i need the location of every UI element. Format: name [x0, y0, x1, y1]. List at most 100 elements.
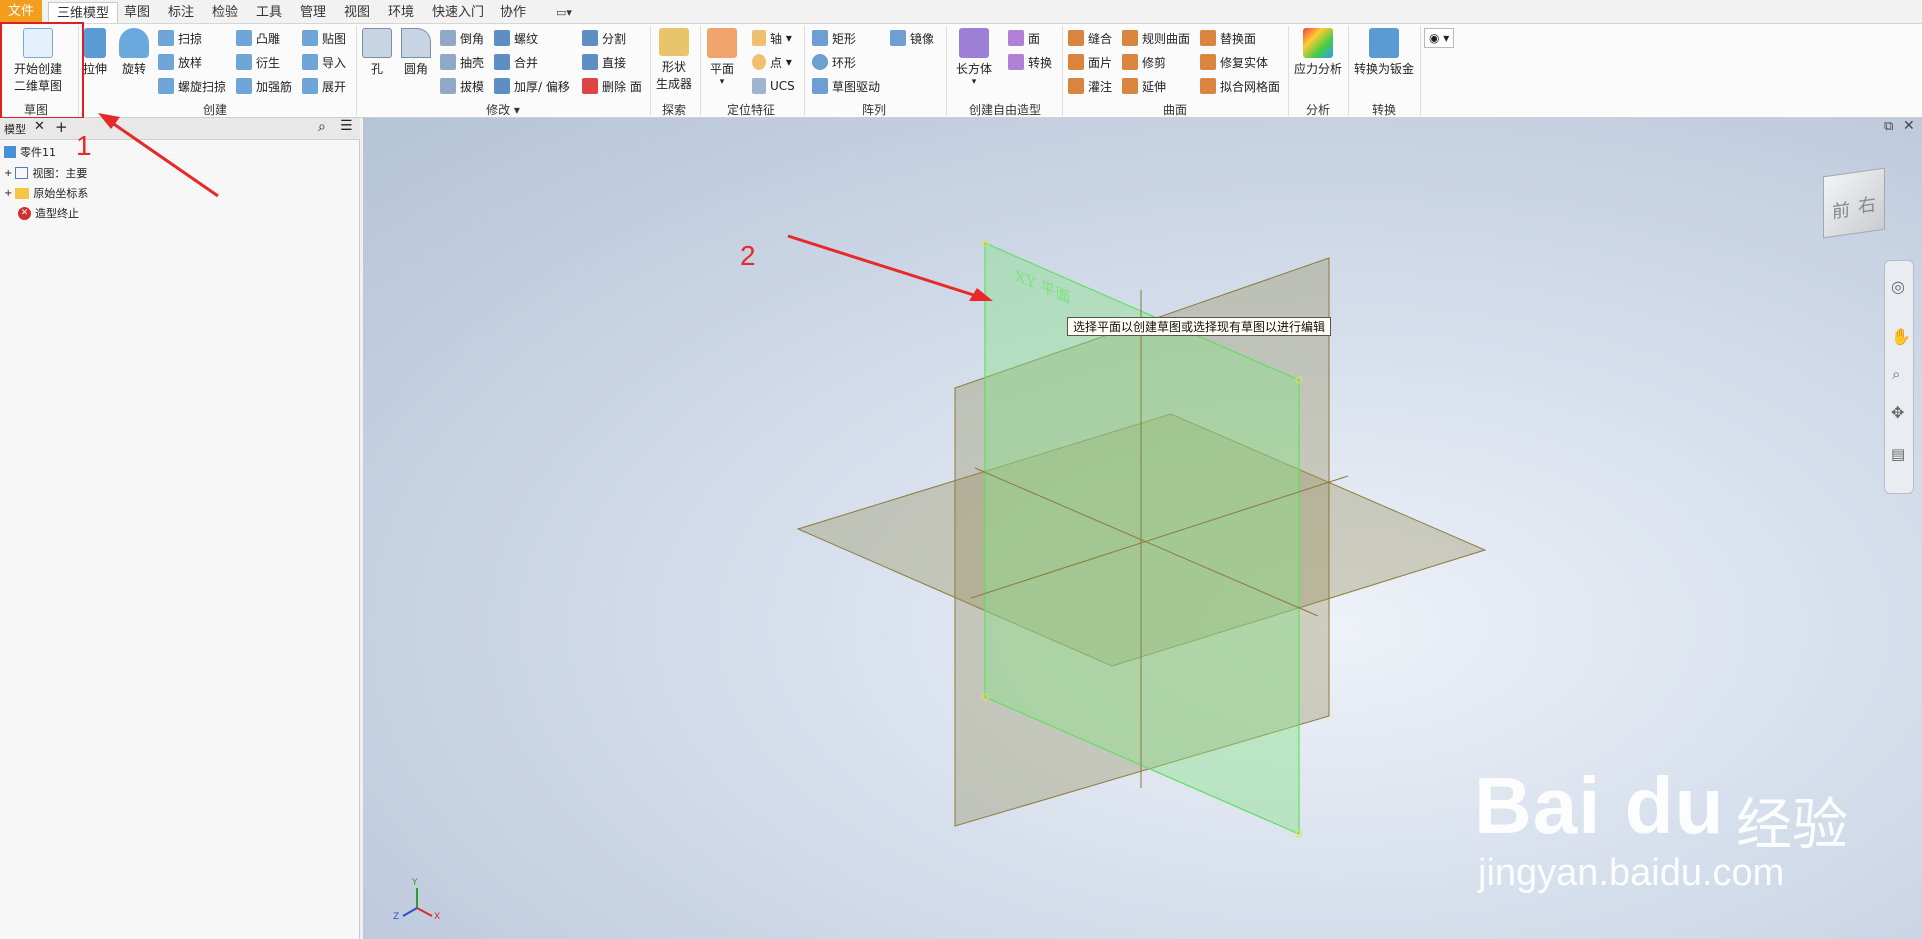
- thread-button[interactable]: 螺纹: [494, 28, 538, 48]
- tab-dropdown-icon[interactable]: ▭▾: [554, 2, 574, 23]
- freeform-box-label: 长方体: [955, 62, 992, 76]
- unwrap-button[interactable]: 展开: [302, 76, 346, 96]
- expand-icon[interactable]: +: [4, 188, 12, 199]
- repair-bodies-button[interactable]: 修复实体: [1200, 52, 1268, 72]
- model-browser-panel: [0, 118, 360, 939]
- delete-face-button[interactable]: 删除 面: [582, 76, 642, 96]
- delete-face-icon: [582, 78, 598, 94]
- repair-bodies-label: 修复实体: [1220, 55, 1269, 70]
- freeform-face-button[interactable]: 面: [1008, 28, 1040, 48]
- tree-item-view[interactable]: + 视图：主要: [4, 164, 87, 182]
- search-icon[interactable]: ⌕: [318, 119, 326, 135]
- fit-mesh-face-label: 拟合网格面: [1220, 79, 1281, 94]
- model-tab[interactable]: 模型: [4, 121, 26, 137]
- tab-inspect[interactable]: 检验: [210, 2, 240, 23]
- freeform-convert-button[interactable]: 转换: [1008, 52, 1052, 72]
- ucs-icon: [752, 78, 766, 94]
- replace-face-button[interactable]: 替换面: [1200, 28, 1256, 48]
- shape-generator-button[interactable]: 形状 生成器: [654, 28, 694, 92]
- fillet-button[interactable]: 圆角: [398, 28, 434, 77]
- close-viewport-icon[interactable]: ✕: [1903, 118, 1915, 134]
- tree-item-end-of-part[interactable]: ✕ 造型终止: [18, 204, 79, 222]
- ucs-button[interactable]: UCS: [752, 76, 795, 96]
- plane-button[interactable]: 平面 ▾: [704, 28, 740, 87]
- import-label: 导入: [322, 55, 347, 70]
- stress-analysis-icon: [1303, 28, 1333, 58]
- tab-file[interactable]: 文件: [0, 0, 43, 23]
- shell-button[interactable]: 抽壳: [440, 52, 484, 72]
- derive-button[interactable]: 衍生: [236, 52, 280, 72]
- ribbon: 开始创建 二维草图 草图 拉伸 旋转 扫掠 放样 螺旋扫掠 凸雕 衍生 加强筋 …: [0, 24, 1922, 118]
- chamfer-button[interactable]: 倒角: [440, 28, 484, 48]
- circ-pattern-icon: [812, 54, 828, 70]
- window-tile-icon[interactable]: ⧉: [1884, 119, 1893, 134]
- end-of-part-label: 造型终止: [35, 207, 79, 220]
- axis-button[interactable]: 轴 ▾: [752, 28, 792, 48]
- thicken-button[interactable]: 加厚/ 偏移: [494, 76, 570, 96]
- fit-mesh-face-button[interactable]: 拟合网格面: [1200, 76, 1280, 96]
- ribbon-options-dropdown[interactable]: ◉ ▾: [1424, 28, 1455, 48]
- coil-button[interactable]: 螺旋扫掠: [158, 76, 226, 96]
- sweep-icon: [158, 30, 174, 46]
- tab-manage[interactable]: 管理: [298, 2, 328, 23]
- draft-button[interactable]: 拔模: [440, 76, 484, 96]
- viewcube-right-face[interactable]: 右: [1858, 190, 1876, 219]
- tab-get-started[interactable]: 快速入门: [430, 2, 486, 23]
- revolve-button[interactable]: 旋转: [116, 28, 152, 77]
- view-label: 视图：主要: [32, 167, 88, 180]
- loft-button[interactable]: 放样: [158, 52, 202, 72]
- import-button[interactable]: 导入: [302, 52, 346, 72]
- trim-button[interactable]: 修剪: [1122, 52, 1166, 72]
- combine-button[interactable]: 合并: [494, 52, 538, 72]
- zoom-icon[interactable]: ⌕: [1892, 365, 1900, 383]
- hole-button[interactable]: 孔: [360, 28, 394, 77]
- emboss-button[interactable]: 凸雕: [236, 28, 280, 48]
- stitch-label: 缝合: [1088, 31, 1113, 46]
- view-icon: [15, 167, 29, 179]
- hole-label: 孔: [370, 62, 383, 76]
- stress-analysis-button[interactable]: 应力分析: [1292, 28, 1344, 77]
- freeform-box-button[interactable]: 长方体 ▾: [952, 28, 996, 87]
- stitch-button[interactable]: 缝合: [1068, 28, 1112, 48]
- viewcube[interactable]: 前 右: [1823, 167, 1885, 239]
- tree-item-part[interactable]: 零件11: [4, 143, 56, 161]
- tree-item-origin[interactable]: + 原始坐标系: [4, 184, 88, 202]
- decal-button[interactable]: 贴图: [302, 28, 346, 48]
- pan-icon[interactable]: ✋: [1891, 327, 1911, 346]
- tab-environments[interactable]: 环境: [386, 2, 416, 23]
- tab-view[interactable]: 视图: [342, 2, 372, 23]
- add-tab-icon[interactable]: +: [55, 118, 68, 136]
- sculpt-button[interactable]: 灌注: [1068, 76, 1112, 96]
- mirror-button[interactable]: 镜像: [890, 28, 934, 48]
- tab-annotate[interactable]: 标注: [166, 2, 196, 23]
- menu-icon[interactable]: ☰: [340, 118, 353, 134]
- convert-to-sheet-metal-button[interactable]: 转换为钣金: [1352, 28, 1416, 77]
- extrude-button[interactable]: 拉伸: [80, 28, 110, 77]
- steering-wheel-icon[interactable]: ◎: [1891, 277, 1905, 296]
- tab-collaborate[interactable]: 协作: [498, 2, 528, 23]
- mirror-icon: [890, 30, 906, 46]
- look-at-icon[interactable]: ▤: [1891, 445, 1905, 463]
- orbit-icon[interactable]: ✥: [1891, 403, 1904, 422]
- tab-sketch[interactable]: 草图: [122, 2, 152, 23]
- point-button[interactable]: 点 ▾: [752, 52, 792, 72]
- group-label-modify[interactable]: 修改 ▾: [360, 101, 646, 117]
- sketch-driven-button[interactable]: 草图驱动: [812, 76, 880, 96]
- triad-x: [416, 907, 433, 917]
- extend-button[interactable]: 延伸: [1122, 76, 1166, 96]
- patch-button[interactable]: 面片: [1068, 52, 1112, 72]
- ruled-surface-button[interactable]: 规则曲面: [1122, 28, 1190, 48]
- split-button[interactable]: 分割: [582, 28, 626, 48]
- circ-pattern-button[interactable]: 环形: [812, 52, 856, 72]
- viewcube-front-face[interactable]: 前: [1832, 196, 1850, 225]
- tab-tools[interactable]: 工具: [254, 2, 284, 23]
- rib-button[interactable]: 加强筋: [236, 76, 292, 96]
- shape-gen-label-1: 形状: [661, 60, 686, 74]
- sweep-button[interactable]: 扫掠: [158, 28, 202, 48]
- tab-3d-model[interactable]: 三维模型: [48, 2, 119, 23]
- close-panel-icon[interactable]: ✕: [34, 119, 45, 134]
- direct-button[interactable]: 直接: [582, 52, 626, 72]
- rect-pattern-button[interactable]: 矩形: [812, 28, 856, 48]
- thicken-label: 加厚/ 偏移: [514, 79, 570, 94]
- expand-icon[interactable]: +: [4, 168, 12, 179]
